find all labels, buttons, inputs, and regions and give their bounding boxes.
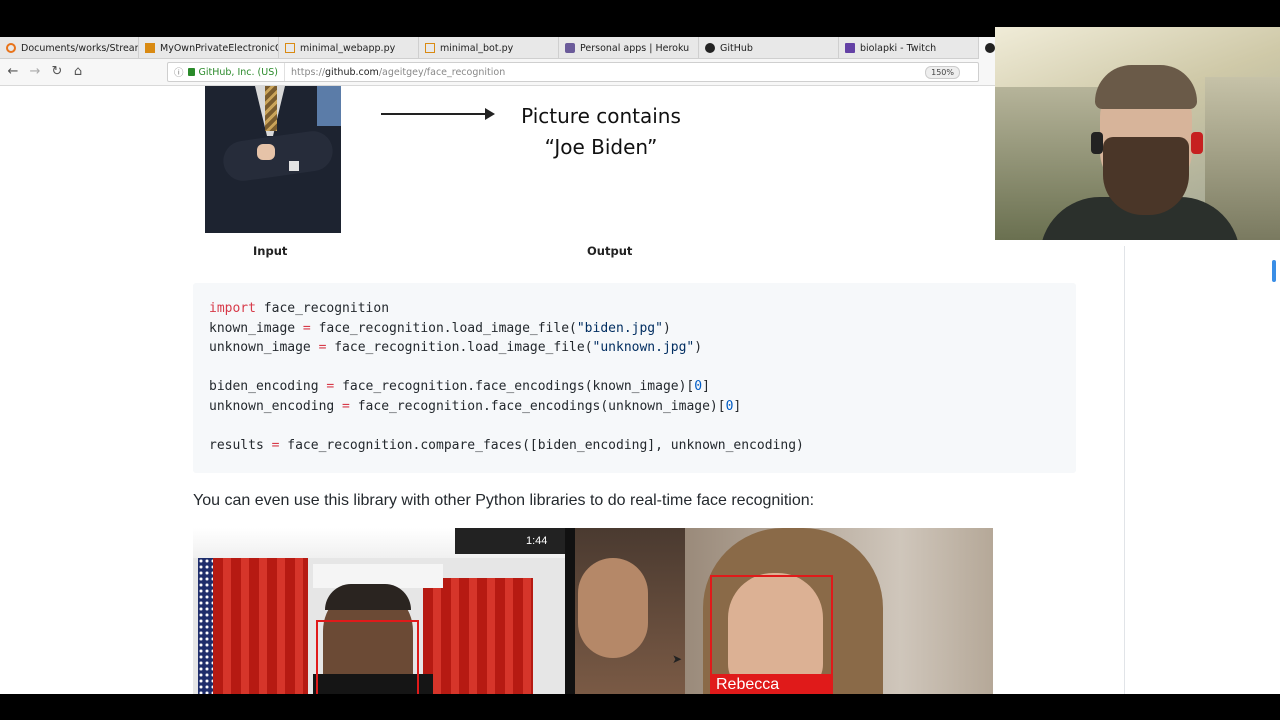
tab-label: minimal_bot.py [440, 42, 514, 54]
webcam-hair [1095, 65, 1197, 109]
github-icon [705, 43, 715, 53]
code-keyword: import [209, 301, 256, 316]
code-text: ] [702, 379, 710, 395]
face-name-label: Rebecca [710, 674, 833, 694]
phone-status-bar [455, 528, 573, 554]
identity-label: GitHub, Inc. (US) [198, 66, 278, 78]
url-path: /ageitgey/face_recognition [378, 66, 506, 78]
code-operator: = [295, 320, 319, 336]
headset-icon [1091, 132, 1103, 154]
person-hair-1 [325, 584, 411, 610]
reload-button[interactable]: ↻ [48, 63, 66, 81]
tab-twitch[interactable]: biolapki - Twitch [839, 37, 979, 59]
curtain-left [213, 558, 308, 694]
code-text: face_recognition [255, 301, 390, 316]
code-line: import face_recognition [209, 299, 1060, 319]
document-icon [6, 43, 16, 53]
file-icon [285, 43, 295, 53]
tab-minimal-webapp[interactable]: minimal_webapp.py [279, 37, 419, 59]
url-text[interactable]: https://github.com/ageitgey/face_recogni… [285, 67, 505, 78]
screen-bottom-bar [0, 694, 1280, 720]
folder-icon [145, 43, 155, 53]
code-line: biden_encoding = face_recognition.face_e… [209, 377, 1060, 397]
tab-heroku[interactable]: Personal apps | Heroku [559, 37, 699, 59]
code-text: biden_encoding [209, 379, 319, 395]
code-operator: = [318, 379, 343, 395]
webcam-overlay [995, 27, 1280, 240]
home-button[interactable]: ⌂ [69, 63, 87, 81]
zoom-indicator[interactable]: 150% [925, 66, 960, 79]
tab-github[interactable]: GitHub [699, 37, 839, 59]
code-string: "unknown.jpg" [592, 340, 695, 356]
back-button[interactable]: ← [4, 63, 22, 81]
scrollbar-thumb[interactable] [1272, 260, 1276, 282]
code-line: unknown_encoding = face_recognition.face… [209, 397, 1060, 417]
code-operator: = [263, 438, 288, 454]
code-text: ] [733, 398, 742, 414]
code-string: "biden.jpg" [576, 320, 663, 336]
lock-icon [187, 68, 195, 76]
headset-icon [1191, 132, 1203, 154]
realtime-demo-image: 1:44 Rebecca [193, 528, 993, 694]
tab-minimal-bot[interactable]: minimal_bot.py [419, 37, 559, 59]
code-line: known_image = face_recognition.load_imag… [209, 319, 1060, 339]
code-text: face_recognition.compare_faces([biden_en… [287, 438, 804, 454]
code-number: 0 [694, 379, 703, 395]
code-text: face_recognition.load_image_file( [334, 340, 593, 356]
site-identity[interactable]: ⓘ GitHub, Inc. (US) [168, 63, 285, 81]
photo-cuff [289, 161, 299, 171]
tab-label: MyOwnPrivateElectronicGi [160, 42, 279, 54]
code-line: results = face_recognition.compare_faces… [209, 436, 1060, 456]
heroku-icon [565, 43, 575, 53]
code-text: results [209, 438, 264, 454]
code-operator: = [334, 398, 358, 414]
output-title: Picture contains “Joe Biden” [470, 101, 732, 163]
tab-label: Personal apps | Heroku [580, 42, 690, 54]
input-photo [193, 86, 341, 233]
forward-button[interactable]: → [26, 63, 44, 81]
curtain-right [423, 578, 533, 694]
phone-clock: 1:44 [526, 535, 548, 547]
code-text: face_recognition.face_encodings(unknown_… [357, 398, 726, 414]
sidebar-divider [1124, 246, 1125, 694]
output-title-line1: Picture contains [521, 104, 681, 128]
code-text: face_recognition.load_image_file( [318, 320, 577, 336]
code-text: ) [694, 340, 703, 356]
address-bar[interactable]: ⓘ GitHub, Inc. (US) https://github.com/a… [167, 62, 979, 82]
code-text: unknown_image [209, 340, 311, 356]
code-text: ) [662, 320, 671, 336]
mouse-cursor-icon: ➤ [672, 652, 683, 666]
code-block: import face_recognition known_image = fa… [193, 283, 1076, 473]
phone-edge [565, 528, 575, 694]
description-paragraph: You can even use this library with other… [193, 492, 815, 509]
code-text: known_image [209, 320, 296, 336]
url-prefix: https:// [290, 66, 326, 78]
tab-label: Documents/works/Stream [21, 42, 139, 54]
person-face-2 [578, 558, 648, 658]
tab-documents[interactable]: Documents/works/Stream [0, 37, 139, 59]
photo-tie [265, 86, 277, 131]
tab-label: minimal_webapp.py [300, 42, 396, 54]
webcam-beard [1103, 137, 1189, 215]
tab-label: GitHub [720, 42, 753, 54]
input-caption: Input [253, 244, 288, 258]
info-icon: ⓘ [174, 68, 184, 79]
github-icon [985, 43, 995, 53]
twitch-icon [845, 43, 855, 53]
output-title-line2: “Joe Biden” [544, 135, 658, 159]
code-operator: = [310, 340, 335, 356]
url-host: github.com [325, 66, 379, 78]
code-text: face_recognition.face_encodings(known_im… [342, 379, 695, 395]
photo-background [317, 86, 341, 126]
tab-electronic[interactable]: MyOwnPrivateElectronicGi [139, 37, 279, 59]
file-icon [425, 43, 435, 53]
code-text: unknown_encoding [209, 398, 335, 414]
photo-hand [257, 144, 275, 160]
face-detection-box [316, 620, 419, 694]
tab-label: biolapki - Twitch [860, 42, 937, 54]
output-caption: Output [587, 244, 633, 258]
code-line: unknown_image = face_recognition.load_im… [209, 338, 1060, 358]
